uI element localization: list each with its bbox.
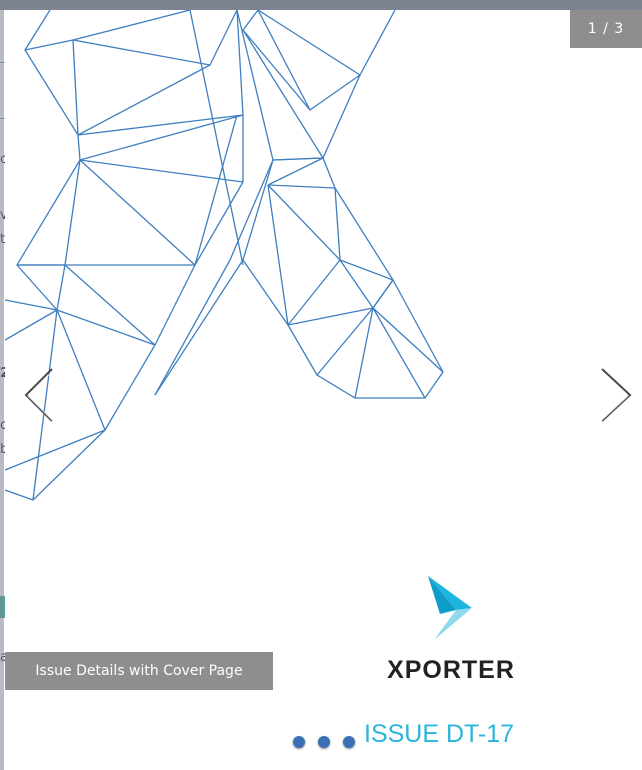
issue-label: ISSUE DT-17 xyxy=(364,720,515,748)
xporter-logo: XPORTER xyxy=(376,576,526,706)
xporter-arrow-logo xyxy=(428,576,472,640)
slide-pagination xyxy=(293,736,355,752)
previous-slide-button[interactable] xyxy=(20,365,60,425)
slide-counter: 1 / 3 xyxy=(570,10,642,48)
chevron-right-icon xyxy=(600,368,632,422)
next-slide-button[interactable] xyxy=(596,365,636,425)
slide-dot-2[interactable] xyxy=(318,736,330,748)
slide-caption: Issue Details with Cover Page xyxy=(5,652,273,690)
brand-wordmark: XPORTER xyxy=(387,656,515,684)
slide-dot-3[interactable] xyxy=(343,736,355,748)
overlay-edge xyxy=(0,0,4,770)
chevron-left-icon xyxy=(24,368,54,422)
overlay-top-edge xyxy=(0,0,642,10)
slide-dot-1[interactable] xyxy=(293,736,305,748)
